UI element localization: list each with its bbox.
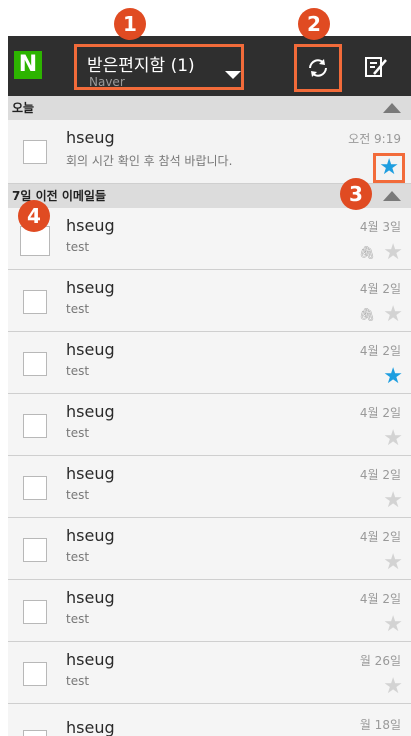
select-checkbox[interactable] bbox=[23, 538, 47, 562]
email-date: 4월 2일 bbox=[359, 530, 401, 544]
action-bar: N 받은편지함 (1) Naver bbox=[8, 36, 411, 96]
star-icon[interactable]: ★ bbox=[373, 153, 405, 183]
email-date: 4월 2일 bbox=[359, 592, 401, 606]
star-icon[interactable]: ★ bbox=[383, 614, 403, 636]
select-checkbox[interactable] bbox=[23, 140, 47, 164]
section-label: 오늘 bbox=[12, 101, 35, 115]
email-row[interactable]: hseug test 4월 2일 ★ bbox=[8, 456, 411, 518]
select-checkbox[interactable] bbox=[23, 414, 47, 438]
mailbox-title: 받은편지함 (1) bbox=[87, 56, 195, 76]
email-row[interactable]: hseug 회의 시간 확인 후 참석 바랍니다. 오전 9:19 ★ bbox=[8, 120, 411, 184]
email-row[interactable]: hseug test 4월 3일 🖇 ★ bbox=[8, 208, 411, 270]
refresh-button[interactable] bbox=[294, 44, 342, 92]
email-sender: hseug bbox=[66, 278, 115, 297]
callout-badge-3: 3 bbox=[340, 178, 372, 210]
email-sender: hseug bbox=[66, 464, 115, 483]
email-row[interactable]: hseug 월 18일 bbox=[8, 704, 411, 736]
star-icon[interactable]: ★ bbox=[383, 676, 403, 698]
email-date: 4월 2일 bbox=[359, 344, 401, 358]
collapse-icon[interactable] bbox=[383, 191, 401, 201]
caret-down-icon bbox=[225, 71, 241, 79]
email-row[interactable]: hseug test 4월 2일 🖇 ★ bbox=[8, 270, 411, 332]
email-row[interactable]: hseug test 4월 2일 ★ bbox=[8, 394, 411, 456]
email-sender: hseug bbox=[66, 718, 115, 736]
select-checkbox[interactable] bbox=[23, 730, 47, 736]
select-checkbox[interactable] bbox=[23, 352, 47, 376]
section-header-today[interactable]: 오늘 bbox=[8, 96, 411, 120]
email-row[interactable]: hseug test 4월 2일 ★ bbox=[8, 580, 411, 642]
top-margin bbox=[0, 0, 411, 36]
email-date: 4월 2일 bbox=[359, 282, 401, 296]
email-subject: test bbox=[66, 488, 90, 502]
email-sender: hseug bbox=[66, 128, 115, 147]
select-checkbox[interactable] bbox=[23, 476, 47, 500]
email-date: 월 26일 bbox=[359, 654, 401, 668]
collapse-icon[interactable] bbox=[383, 103, 401, 113]
star-icon[interactable]: ★ bbox=[383, 242, 403, 264]
refresh-icon bbox=[309, 59, 327, 77]
naver-logo[interactable]: N bbox=[14, 51, 42, 79]
star-icon[interactable]: ★ bbox=[383, 366, 403, 388]
email-row[interactable]: hseug test 4월 2일 ★ bbox=[8, 332, 411, 394]
email-sender: hseug bbox=[66, 526, 115, 545]
star-icon[interactable]: ★ bbox=[383, 490, 403, 512]
select-checkbox[interactable] bbox=[23, 662, 47, 686]
email-date: 4월 2일 bbox=[359, 468, 401, 482]
email-subject: test bbox=[66, 550, 90, 564]
email-subject: test bbox=[66, 426, 90, 440]
star-icon[interactable]: ★ bbox=[383, 552, 403, 574]
logo-letter: N bbox=[18, 52, 38, 77]
compose-icon[interactable] bbox=[363, 54, 389, 80]
email-subject: test bbox=[66, 612, 90, 626]
select-checkbox[interactable] bbox=[23, 290, 47, 314]
mailbox-selector[interactable]: 받은편지함 (1) Naver bbox=[74, 44, 244, 90]
star-icon[interactable]: ★ bbox=[383, 304, 403, 326]
account-name: Naver bbox=[89, 75, 125, 89]
email-row[interactable]: hseug test 4월 2일 ★ bbox=[8, 518, 411, 580]
paperclip-icon: 🖇 bbox=[358, 308, 375, 323]
email-subject: 회의 시간 확인 후 참석 바랍니다. bbox=[66, 154, 233, 168]
callout-badge-4: 4 bbox=[18, 200, 50, 232]
callout-badge-2: 2 bbox=[298, 8, 330, 40]
email-subject: test bbox=[66, 240, 90, 254]
email-subject: test bbox=[66, 364, 90, 378]
email-sender: hseug bbox=[66, 340, 115, 359]
paperclip-icon: 🖇 bbox=[358, 246, 375, 261]
email-date: 월 18일 bbox=[359, 718, 401, 732]
email-date: 4월 2일 bbox=[359, 406, 401, 420]
email-subject: test bbox=[66, 674, 90, 688]
email-sender: hseug bbox=[66, 588, 115, 607]
select-checkbox[interactable] bbox=[23, 600, 47, 624]
callout-badge-1: 1 bbox=[114, 8, 146, 40]
email-sender: hseug bbox=[66, 402, 115, 421]
email-subject: test bbox=[66, 302, 90, 316]
star-icon[interactable]: ★ bbox=[383, 428, 403, 450]
email-row[interactable]: hseug test 월 26일 ★ bbox=[8, 642, 411, 704]
email-sender: hseug bbox=[66, 216, 115, 235]
email-date: 오전 9:19 bbox=[348, 132, 401, 146]
email-sender: hseug bbox=[66, 650, 115, 669]
email-date: 4월 3일 bbox=[359, 220, 401, 234]
